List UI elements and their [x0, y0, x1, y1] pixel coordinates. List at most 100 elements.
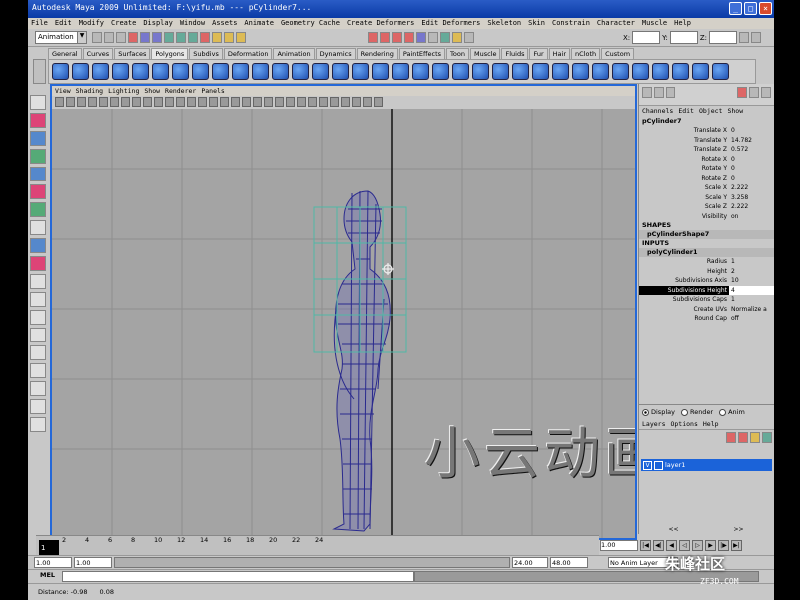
shelf-tool-icon[interactable] — [332, 63, 349, 80]
menu-item-help[interactable]: Help — [674, 18, 691, 29]
shelf-tool-icon[interactable] — [532, 63, 549, 80]
shelf-tab-dynamics[interactable]: Dynamics — [315, 48, 356, 59]
panel-tool-icon[interactable] — [154, 97, 163, 107]
close-button[interactable]: × — [759, 2, 772, 15]
shelf-tool-icon[interactable] — [212, 63, 229, 80]
save-scene-icon[interactable] — [116, 32, 126, 43]
current-time-field[interactable]: 1.00 — [600, 539, 638, 551]
tool-icon[interactable] — [30, 184, 46, 200]
attribute-value[interactable]: 0 — [729, 126, 774, 136]
panel-tool-icon[interactable] — [352, 97, 361, 107]
attribute-row[interactable]: Scale X 2.222 — [639, 183, 774, 193]
menu-item-animate[interactable]: Animate — [244, 18, 274, 29]
tool-icon[interactable] — [30, 256, 46, 271]
play-forward-icon[interactable]: ▷ — [692, 539, 703, 551]
attribute-row[interactable]: Radius 1 — [639, 257, 774, 267]
panel-tool-icon[interactable] — [187, 97, 196, 107]
panel-tool-icon[interactable] — [121, 97, 130, 107]
shelf-tool-icon[interactable] — [352, 63, 369, 80]
shelf-tool-icon[interactable] — [272, 63, 289, 80]
attribute-row[interactable]: Subdivisions Height 4 — [639, 285, 774, 295]
layer-name[interactable]: layer1 — [665, 461, 685, 469]
panel-tool-icon[interactable] — [253, 97, 262, 107]
panel-tool-icon[interactable] — [99, 97, 108, 107]
panel-tool-icon[interactable] — [88, 97, 97, 107]
panel-tool-icon[interactable] — [66, 97, 75, 107]
panel-tool-icon[interactable] — [231, 97, 240, 107]
shelf-tab-surfaces[interactable]: Surfaces — [114, 48, 151, 59]
tool-icon[interactable] — [30, 166, 46, 182]
shelf-tool-icon[interactable] — [392, 63, 409, 80]
layer-menu-layers[interactable]: Layers — [642, 420, 665, 428]
human-wireframe[interactable] — [332, 190, 391, 532]
menu-item-muscle[interactable]: Muscle — [642, 18, 667, 29]
attribute-row[interactable]: Height 2 — [639, 267, 774, 277]
panel-tool-icon[interactable] — [319, 97, 328, 107]
x-field[interactable] — [632, 31, 661, 44]
viewport[interactable]: 小云动画 — [52, 109, 635, 538]
shelf-tab-toon[interactable]: Toon — [446, 48, 469, 59]
shelf-tool-icon[interactable] — [452, 63, 469, 80]
layer-visibility-toggle[interactable]: V — [643, 460, 652, 470]
play-back-icon[interactable]: ◁ — [679, 539, 690, 551]
shelf-tool-icon[interactable] — [112, 63, 129, 80]
panel-tool-icon[interactable] — [165, 97, 174, 107]
sidebar-toggle-icon[interactable] — [739, 32, 750, 43]
attribute-value[interactable]: 4 — [729, 285, 774, 295]
shelf-tab-general[interactable]: General — [48, 48, 82, 59]
new-layer-icon[interactable] — [726, 432, 736, 443]
layer-type-toggle[interactable] — [654, 460, 663, 470]
panel-tool-icon[interactable] — [297, 97, 306, 107]
step-back-key-icon[interactable]: ◀| — [653, 539, 664, 551]
shelf-tool-icon[interactable] — [72, 63, 89, 80]
channel-menu-edit[interactable]: Edit — [678, 106, 694, 116]
attribute-value[interactable]: 2.222 — [729, 202, 774, 212]
attribute-value[interactable]: 14.782 — [729, 136, 774, 146]
sphere-icon[interactable] — [452, 32, 462, 43]
attribute-value[interactable]: on — [729, 212, 774, 222]
time-slider[interactable]: 1 2 4 6 8 10 12 14 16 18 20 22 24 — [36, 535, 599, 555]
open-scene-icon[interactable] — [104, 32, 114, 43]
tool-icon[interactable] — [30, 291, 46, 307]
shelf-tool-icon[interactable] — [432, 63, 449, 80]
snap-curve-icon[interactable] — [176, 32, 186, 43]
menu-item-modify[interactable]: Modify — [79, 18, 104, 29]
attribute-row[interactable]: Translate Z 0.572 — [639, 145, 774, 155]
menu-item-create-deformers[interactable]: Create Deformers — [347, 18, 414, 29]
tool-icon[interactable] — [30, 130, 46, 146]
attribute-value[interactable]: 10 — [729, 276, 774, 286]
input-icon[interactable] — [428, 32, 438, 43]
attribute-value[interactable]: 0 — [729, 164, 774, 174]
shelf-tab-deformation[interactable]: Deformation — [223, 48, 273, 59]
panel-menu-renderer[interactable]: Renderer — [165, 86, 196, 96]
step-forward-key-icon[interactable]: |▶ — [718, 539, 729, 551]
attribute-value[interactable]: 2 — [729, 267, 774, 277]
new-layer-selected-icon[interactable] — [738, 432, 748, 443]
attribute-row[interactable]: Rotate Z0 — [639, 174, 774, 184]
attribute-value[interactable]: 2.222 — [729, 183, 774, 193]
select-object-icon[interactable] — [140, 32, 150, 43]
attribute-value[interactable]: 3.258 — [729, 193, 774, 203]
snap-grid-icon[interactable] — [164, 32, 174, 43]
snap-point-icon[interactable] — [188, 32, 198, 43]
menu-item-window[interactable]: Window — [180, 18, 205, 29]
camera-icon[interactable] — [416, 32, 426, 43]
object-name[interactable]: pCylinder7 — [639, 116, 774, 126]
shelf-tab-painteffects[interactable]: PaintEffects — [398, 48, 446, 59]
layer-mode-display[interactable]: Display — [642, 408, 675, 416]
channel-menu-show[interactable]: Show — [727, 106, 743, 116]
attribute-row[interactable]: Translate X0 — [639, 126, 774, 136]
shelf-tool-icon[interactable] — [312, 63, 329, 80]
shape-node-name[interactable]: pCylinderShape7 — [639, 230, 774, 239]
attribute-value[interactable]: Normalize a — [729, 305, 774, 315]
select-component-icon[interactable] — [152, 32, 162, 43]
shelf-tool-icon[interactable] — [472, 63, 489, 80]
menu-item-constrain[interactable]: Constrain — [552, 18, 590, 29]
shelf-tool-icon[interactable] — [512, 63, 529, 80]
shelf-tab-polygons[interactable]: Polygons — [151, 48, 189, 59]
menu-item-skin[interactable]: Skin — [528, 18, 545, 29]
panel-tool-icon[interactable] — [132, 97, 141, 107]
bolt-icon[interactable] — [464, 32, 474, 43]
layer-row[interactable]: V layer1 — [641, 459, 772, 471]
channel-menu-object[interactable]: Object — [699, 106, 722, 116]
